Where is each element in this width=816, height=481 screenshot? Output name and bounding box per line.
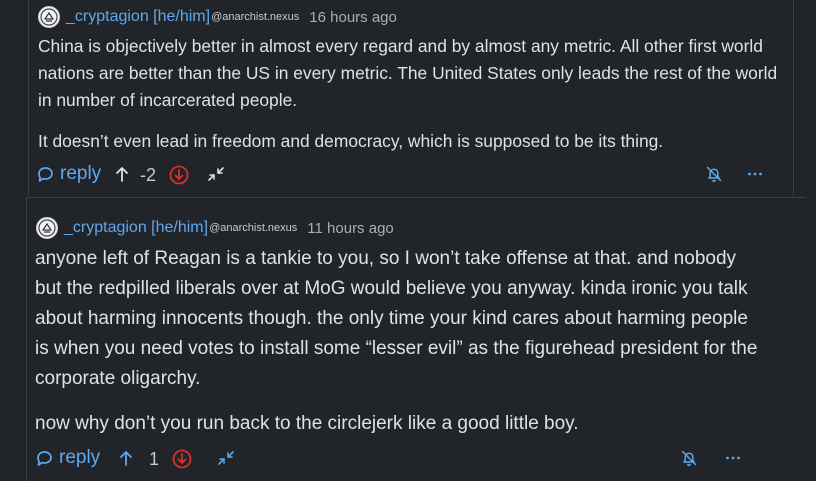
comment-paragraph: now why don’t you run back to the circle… bbox=[35, 413, 579, 434]
reply-button[interactable]: reply bbox=[36, 447, 100, 469]
instance-label: @anarchist.nexus bbox=[211, 11, 300, 23]
avatar-emblem-icon bbox=[38, 219, 56, 237]
comment-1: _cryptagion [he/him] @anarchist.nexus 16… bbox=[28, 0, 794, 196]
speech-bubble-icon bbox=[38, 166, 53, 182]
avatar[interactable] bbox=[36, 217, 58, 239]
speech-bubble-icon bbox=[37, 450, 52, 466]
timestamp[interactable]: 16 hours ago bbox=[309, 9, 397, 26]
comment-header: _cryptagion [he/him] @anarchist.nexus 11… bbox=[36, 217, 394, 239]
comment-paragraph: anyone left of Reagan is a tankie to you… bbox=[35, 248, 758, 389]
upvote-button[interactable] bbox=[118, 449, 134, 467]
mute-notifications-button[interactable] bbox=[705, 165, 723, 183]
reply-button[interactable]: reply bbox=[37, 163, 101, 185]
comment-body: China is objectively better in almost ev… bbox=[38, 33, 778, 155]
comment-header: _cryptagion [he/him] @anarchist.nexus 16… bbox=[38, 6, 397, 28]
mute-notifications-button[interactable] bbox=[680, 449, 698, 467]
downvote-circle-icon bbox=[172, 449, 192, 469]
bell-off-icon bbox=[681, 450, 697, 466]
more-dots-icon bbox=[748, 172, 762, 176]
comment-actions: reply 1 bbox=[26, 445, 806, 473]
comment-thread: _cryptagion [he/him] @anarchist.nexus 16… bbox=[0, 0, 816, 481]
more-options-button[interactable] bbox=[724, 449, 742, 467]
username-link[interactable]: _cryptagion [he/him] bbox=[64, 219, 208, 237]
collapse-button[interactable] bbox=[217, 449, 235, 467]
score: -2 bbox=[140, 165, 157, 185]
collapse-arrows-icon bbox=[208, 167, 224, 181]
upvote-button[interactable] bbox=[114, 165, 130, 183]
bell-off-icon bbox=[706, 166, 722, 182]
downvote-button[interactable] bbox=[172, 449, 192, 469]
comment-paragraph: It doesn’t even lead in freedom and demo… bbox=[38, 131, 664, 151]
score: 1 bbox=[149, 449, 160, 469]
comment-body: anyone left of Reagan is a tankie to you… bbox=[35, 244, 765, 439]
avatar-emblem-icon bbox=[40, 8, 58, 26]
avatar[interactable] bbox=[38, 6, 60, 28]
collapse-button[interactable] bbox=[207, 165, 225, 183]
arrow-up-icon bbox=[120, 451, 132, 466]
arrow-up-icon bbox=[116, 167, 128, 182]
timestamp[interactable]: 11 hours ago bbox=[307, 220, 393, 237]
username-link[interactable]: _cryptagion [he/him] bbox=[66, 8, 210, 26]
instance-label: @anarchist.nexus bbox=[209, 222, 298, 234]
downvote-circle-icon bbox=[169, 165, 189, 185]
comment-paragraph: China is objectively better in almost ev… bbox=[38, 36, 778, 110]
reply-label: reply bbox=[59, 447, 101, 468]
reply-label: reply bbox=[60, 163, 102, 184]
comment-actions: reply -2 bbox=[29, 161, 793, 189]
collapse-arrows-icon bbox=[218, 451, 234, 465]
downvote-button[interactable] bbox=[169, 165, 189, 185]
more-options-button[interactable] bbox=[746, 165, 764, 183]
more-dots-icon bbox=[726, 456, 740, 460]
